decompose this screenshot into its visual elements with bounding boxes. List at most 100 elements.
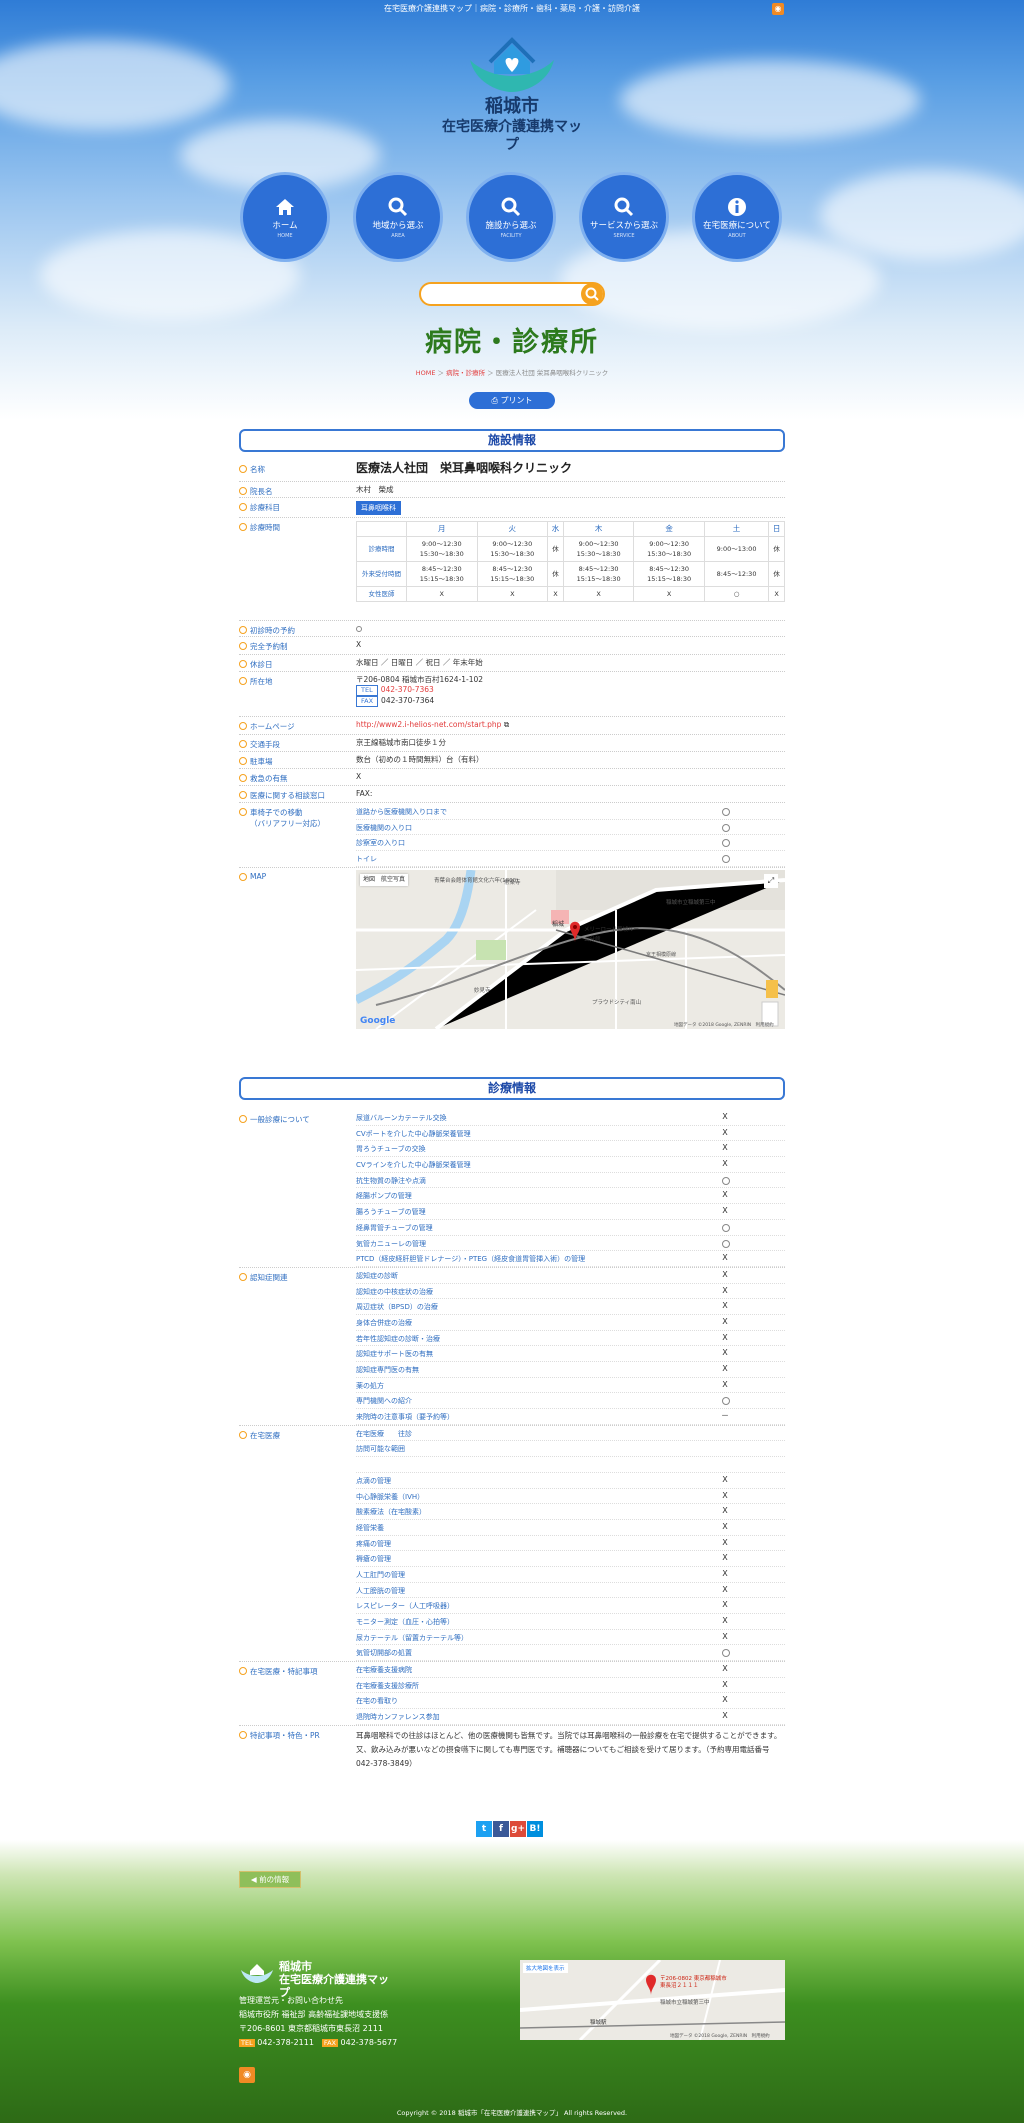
holiday-label: 休診日	[239, 659, 349, 670]
site-logo[interactable]: 稲城市 在宅医療介護連携マップ	[438, 32, 586, 154]
medical-item-mark: X	[722, 1600, 728, 1610]
medical-heading: 診療情報	[239, 1077, 785, 1100]
medical-item-label: 認知症の中核症状の治療	[356, 1287, 433, 1296]
footer-dept: 稲城市役所 福祉部 高齢福祉課地域支援係	[239, 2010, 389, 2019]
circle-mark-icon	[722, 1649, 730, 1658]
circle-mark-icon	[722, 1239, 730, 1248]
map-terms[interactable]: 地図データ ©2018 Google, ZENRIN 利用規約	[674, 1021, 774, 1029]
medical-item: 経鼻胃管チューブの管理	[356, 1220, 785, 1236]
medical-item-mark: X	[722, 1631, 728, 1641]
medical-item: 身体合併症の治療 X	[356, 1315, 785, 1331]
tel-tag: TEL	[356, 685, 378, 696]
medical-item-label: 尿カテーテル（留置カテーテル等）	[356, 1633, 468, 1642]
facility-row-holiday: 休診日 水曜日 ／ 日曜日 ／ 祝日 ／ 年末年始	[239, 655, 785, 672]
medical-item-label: 周辺症状（BPSD）の治療	[356, 1303, 438, 1312]
map-station: 稲城	[552, 921, 565, 928]
medical-item-mark: X	[722, 1364, 728, 1373]
print-label: プリント	[500, 396, 533, 405]
external-link-icon[interactable]: ⧉	[504, 720, 509, 729]
medical-item-label: 腸ろうチューブの管理	[356, 1208, 426, 1217]
barrier-item-label: 医療機関の入り口	[356, 823, 412, 832]
schedule-row-label: 診療時間	[356, 536, 407, 562]
facility-row-full-reserve: 完全予約制 X	[239, 637, 785, 655]
medical-item: 胃ろうチューブの交換 X	[356, 1141, 785, 1158]
map-tab-satellite[interactable]: 航空写真	[381, 876, 405, 883]
google-plus-icon[interactable]: g+	[510, 1821, 526, 1837]
nav-service[interactable]: サービスから選ぶ SERVICE	[579, 172, 669, 262]
medical-item-mark: X	[722, 1521, 728, 1531]
nav-home[interactable]: ホーム HOME	[240, 172, 330, 262]
facility-row-dept: 診療科目 耳鼻咽喉科	[239, 498, 785, 518]
medical-group-label: 一般診療について	[239, 1114, 349, 1125]
back-label: 前の情報	[259, 1875, 290, 1884]
medical-item-mark: X	[722, 1143, 728, 1153]
facility-row-access: 交通手段 京王線稲城市南口徒歩１分	[239, 735, 785, 752]
medical-item-label: 抗生物質の静注や点滴	[356, 1176, 426, 1185]
schedule-cell: 8:45〜12:30 15:15〜18:30	[406, 561, 478, 587]
schedule-cell: 9:00〜12:30 15:30〜18:30	[562, 536, 635, 562]
director-value: 木村 榮成	[356, 485, 394, 494]
footer-map-terms[interactable]: 地図データ ©2018 Google, ZENRIN 利用規約	[670, 2033, 770, 2039]
copyright: Copyright © 2018 稲城市「在宅医療介護連携マップ」 All ri…	[396, 2109, 628, 2117]
search-button[interactable]	[581, 283, 603, 305]
holiday-value: 水曜日 ／ 日曜日 ／ 祝日 ／ 年末年始	[356, 658, 483, 667]
facility-row-homepage: ホームページ http://www2.i-helios-net.com/star…	[239, 717, 785, 735]
nav-facility[interactable]: 施設から選ぶ FACILITY	[466, 172, 556, 262]
medical-item-label: 疼痛の管理	[356, 1539, 391, 1548]
homepage-link[interactable]: http://www2.i-helios-net.com/start.php	[356, 720, 501, 729]
nav-about[interactable]: 在宅医療について ABOUT	[692, 172, 782, 262]
medical-item: 経管栄養 X	[356, 1520, 785, 1536]
print-button[interactable]: ⎙ プリント	[469, 392, 555, 409]
barrier-item-label: トイレ	[356, 855, 377, 864]
facility-row-director: 院長名 木村 榮成	[239, 482, 785, 498]
fax-value: 042-370-7364	[381, 696, 435, 705]
schedule-cell: 9:00〜12:30 15:30〜18:30	[633, 536, 705, 562]
footer-tel[interactable]: 042-378-2111	[257, 2038, 314, 2047]
medical-item: 専門機関への紹介	[356, 1393, 785, 1410]
breadcrumb-home[interactable]: HOME	[416, 369, 436, 377]
medical-item: 経腸ポンプの管理 X	[356, 1188, 785, 1205]
hatena-icon[interactable]: B!	[527, 1821, 543, 1837]
medical-item: 疼痛の管理 X	[356, 1536, 785, 1552]
medical-item-label: レスピレーター（人工呼吸器）	[356, 1602, 454, 1611]
facility-row-parking: 駐車場 数台（初めの１時間無料）台（有料）	[239, 752, 785, 769]
medical-item: 周辺症状（BPSD）の治療 X	[356, 1299, 785, 1315]
medical-item-label: 点滴の管理	[356, 1476, 391, 1485]
breadcrumb-category[interactable]: 病院・診療所	[446, 369, 485, 377]
footer-map-link[interactable]: 拡大地図を表示	[523, 1963, 568, 1973]
medical-item-mark: X	[722, 1269, 728, 1279]
schedule-day-header: 水	[547, 521, 564, 537]
medical-item: 抗生物質の静注や点滴	[356, 1173, 785, 1189]
facebook-icon[interactable]: f	[493, 1821, 509, 1837]
twitter-icon[interactable]: t	[476, 1821, 492, 1837]
medical-item: 腸ろうチューブの管理 X	[356, 1204, 785, 1220]
back-button[interactable]: ◀ 前の情報	[239, 1871, 301, 1888]
medical-item-mark: X	[722, 1127, 728, 1137]
breadcrumb-current: 医療法人社団 栄耳鼻咽喉科クリニック	[495, 369, 609, 377]
access-label: 交通手段	[239, 739, 349, 750]
google-map[interactable]: 地図 航空写真 ⤢ 青葉台会館体育館文化六年(1800) 常楽寺 稲城市立稲城第…	[356, 870, 785, 1029]
tel-value[interactable]: 042-370-7363	[381, 685, 434, 694]
director-label: 院長名	[239, 486, 349, 497]
medical-item-label: 在宅医療 往診	[356, 1429, 412, 1438]
footer-logo[interactable]: 稲城市 在宅医療介護連携マップ	[239, 1960, 397, 1999]
rss-icon[interactable]: ◉	[772, 3, 784, 15]
medical-item-mark: X	[722, 1190, 728, 1200]
nav-service-label: サービスから選ぶ	[589, 221, 658, 231]
search-input[interactable]	[419, 282, 605, 306]
medical-item-label: 認知症の診断	[356, 1271, 398, 1280]
map-tab-map[interactable]: 地図	[363, 876, 375, 883]
medical-item-label: 在宅の看取り	[356, 1697, 398, 1706]
fullscreen-icon[interactable]: ⤢	[764, 874, 778, 888]
medical-item-label: 専門機関への紹介	[356, 1397, 412, 1406]
medical-item: 気管カニューレの管理	[356, 1236, 785, 1252]
rss-icon[interactable]: ◉	[239, 2067, 255, 2083]
circle-mark-icon	[722, 1397, 730, 1406]
medical-item-label: 褥瘡の管理	[356, 1555, 391, 1564]
footer-map[interactable]: 拡大地図を表示 〒206-0802 東京都稲城市東長沼２１１１ 稲城市立稲城第三…	[520, 1960, 785, 2040]
schedule-cell: 8:45〜12:30 15:15〜18:30	[633, 561, 705, 587]
medical-item-label: CVポートを介した中心静脈栄養管理	[356, 1129, 471, 1138]
medical-item: 認知症サポート医の有無 X	[356, 1346, 785, 1362]
nav-area[interactable]: 地域から選ぶ AREA	[353, 172, 443, 262]
logo-hands-house-icon	[241, 1964, 273, 1983]
